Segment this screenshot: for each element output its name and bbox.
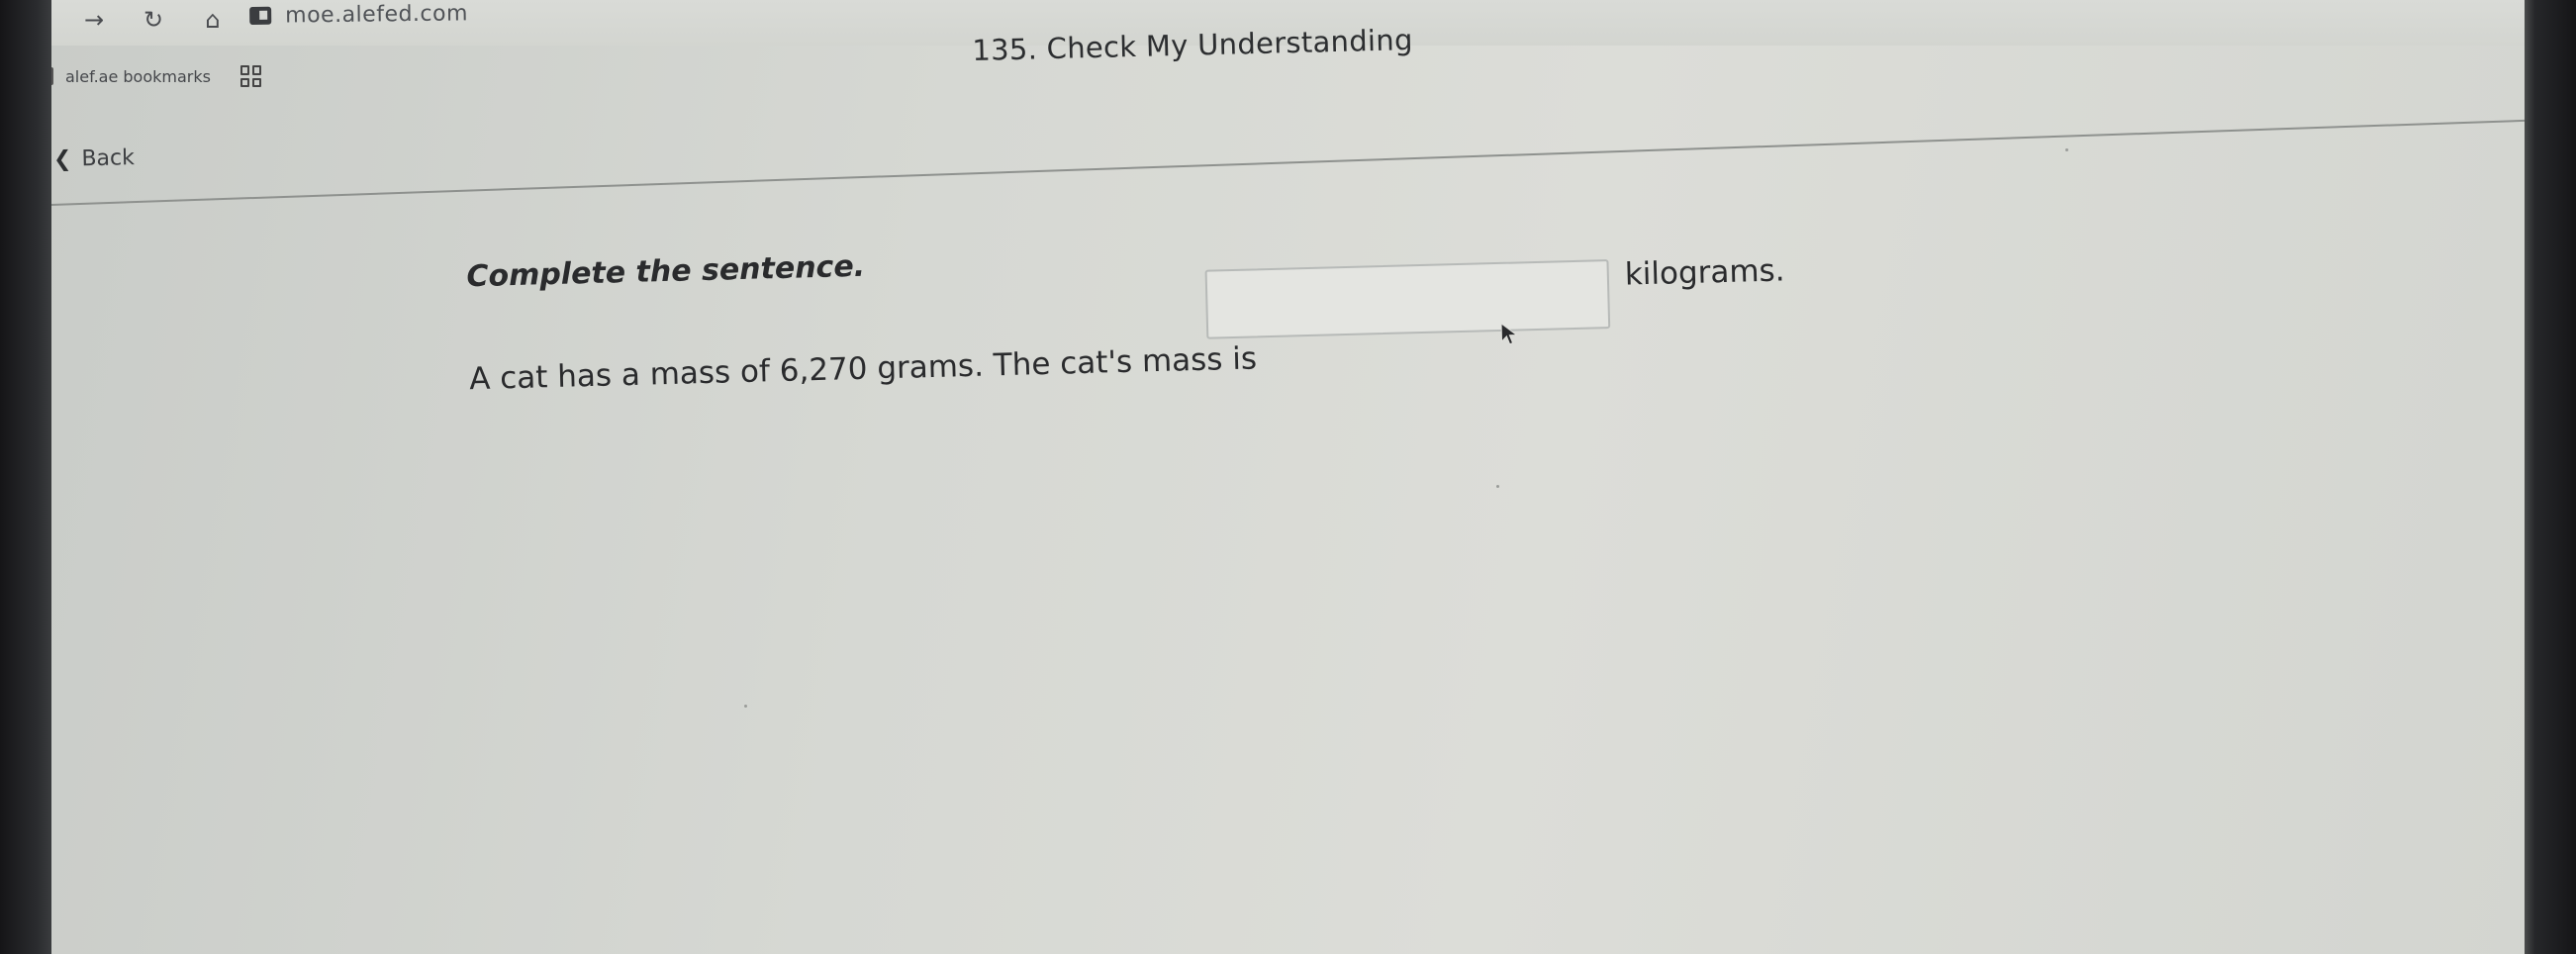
answer-input[interactable] bbox=[1204, 259, 1611, 339]
question-sentence: A cat has a mass of 6,270 grams. The cat… bbox=[468, 340, 1258, 398]
question-area: Complete the sentence. A cat has a mass … bbox=[51, 0, 2525, 954]
monitor-bezel-left bbox=[0, 0, 51, 954]
mouse-cursor-icon bbox=[1500, 322, 1518, 345]
question-instruction: Complete the sentence. bbox=[466, 248, 866, 295]
browser-window: ← → ↻ ⌂ moe.alefed.com alef.ae bookmarks… bbox=[51, 0, 2525, 954]
screen-speck bbox=[744, 705, 747, 708]
screen-speck bbox=[1496, 485, 1499, 488]
screen-speck bbox=[2065, 148, 2068, 151]
unit-label: kilograms. bbox=[1624, 252, 1786, 293]
monitor-bezel-right bbox=[2525, 0, 2576, 954]
